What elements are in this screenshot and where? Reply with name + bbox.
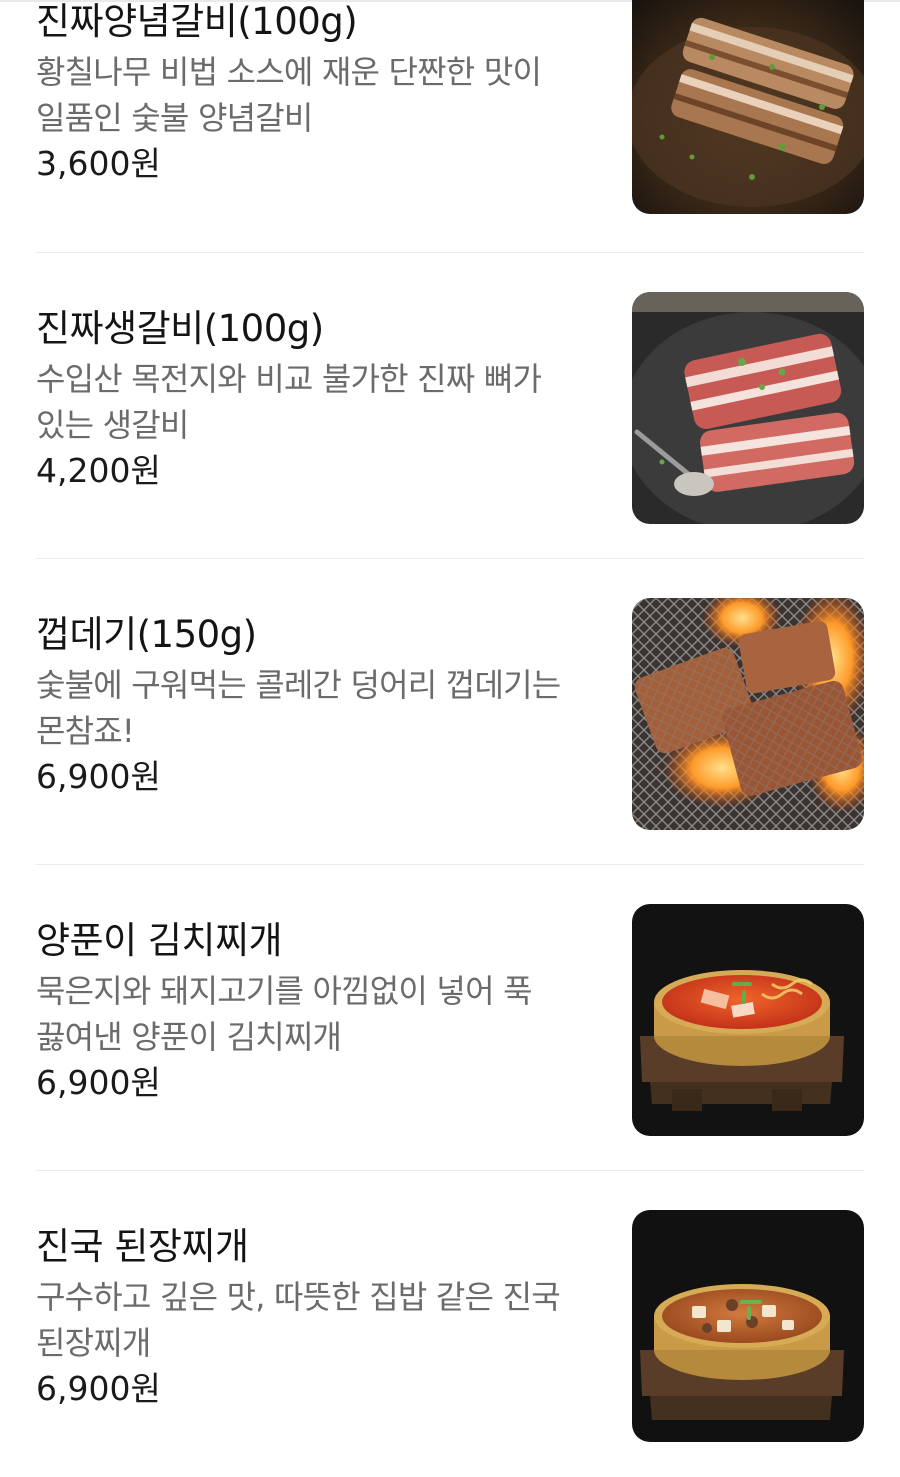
menu-item[interactable]: 양푼이 김치찌개 묵은지와 돼지고기를 아낌없이 넣어 푹 끓여낸 양푼이 김치… bbox=[0, 865, 900, 1171]
menu-item-text: 진짜양념갈비(100g) 황칠나무 비법 소스에 재운 단짠한 맛이 일품인 숯… bbox=[36, 0, 602, 187]
grilled-pork-skin-photo[interactable] bbox=[632, 598, 864, 830]
menu-item-description: 수입산 목전지와 비교 불가한 진짜 뼈가 있는 생갈비 bbox=[36, 360, 542, 444]
menu-item-price: 3,600원 bbox=[36, 144, 161, 183]
menu-item-name: 진짜생갈비(100g) bbox=[36, 307, 324, 350]
menu-item-description: 황칠나무 비법 소스에 재운 단짠한 맛이 일품인 숯불 양념갈비 bbox=[36, 53, 542, 137]
menu-item-price: 6,900원 bbox=[36, 1369, 161, 1408]
menu-item[interactable]: 진짜양념갈비(100g) 황칠나무 비법 소스에 재운 단짠한 맛이 일품인 숯… bbox=[0, 0, 900, 253]
menu-item-price: 6,900원 bbox=[36, 757, 161, 796]
menu-item-text: 진짜생갈비(100g) 수입산 목전지와 비교 불가한 진짜 뼈가 있는 생갈비… bbox=[36, 304, 602, 494]
soybean-stew-photo[interactable] bbox=[632, 1210, 864, 1442]
menu-item-price: 4,200원 bbox=[36, 451, 161, 490]
menu-item-text: 양푼이 김치찌개 묵은지와 돼지고기를 아낌없이 넣어 푹 끓여낸 양푼이 김치… bbox=[36, 916, 602, 1106]
menu-item-name: 양푼이 김치찌개 bbox=[36, 919, 283, 962]
menu-item-price: 6,900원 bbox=[36, 1063, 161, 1102]
menu-list: 진짜양념갈비(100g) 황칠나무 비법 소스에 재운 단짠한 맛이 일품인 숯… bbox=[0, 0, 900, 1477]
menu-item[interactable]: 껍데기(150g) 숯불에 구워먹는 콜레간 덩어리 껍데기는 몬참죠! 6,9… bbox=[0, 559, 900, 865]
menu-item-name: 껍데기(150g) bbox=[36, 613, 257, 656]
menu-item[interactable]: 진짜생갈비(100g) 수입산 목전지와 비교 불가한 진짜 뼈가 있는 생갈비… bbox=[0, 253, 900, 559]
menu-item[interactable]: 진국 된장찌개 구수하고 깊은 맛, 따뜻한 집밥 같은 진국 된장찌개 6,9… bbox=[0, 1171, 900, 1477]
menu-item-name: 진국 된장찌개 bbox=[36, 1225, 249, 1268]
menu-item-description: 숯불에 구워먹는 콜레간 덩어리 껍데기는 몬참죠! bbox=[36, 666, 561, 750]
raw-ribs-photo[interactable] bbox=[632, 292, 864, 524]
menu-item-name: 진짜양념갈비(100g) bbox=[36, 0, 358, 43]
menu-item-description: 구수하고 깊은 맛, 따뜻한 집밥 같은 진국 된장찌개 bbox=[36, 1278, 561, 1362]
menu-item-text: 껍데기(150g) 숯불에 구워먹는 콜레간 덩어리 껍데기는 몬참죠! 6,9… bbox=[36, 610, 602, 800]
menu-item-description: 묵은지와 돼지고기를 아낌없이 넣어 푹 끓여낸 양푼이 김치찌개 bbox=[36, 972, 533, 1056]
menu-item-text: 진국 된장찌개 구수하고 깊은 맛, 따뜻한 집밥 같은 진국 된장찌개 6,9… bbox=[36, 1222, 602, 1412]
kimchi-stew-photo[interactable] bbox=[632, 904, 864, 1136]
marinated-ribs-photo[interactable] bbox=[632, 0, 864, 214]
